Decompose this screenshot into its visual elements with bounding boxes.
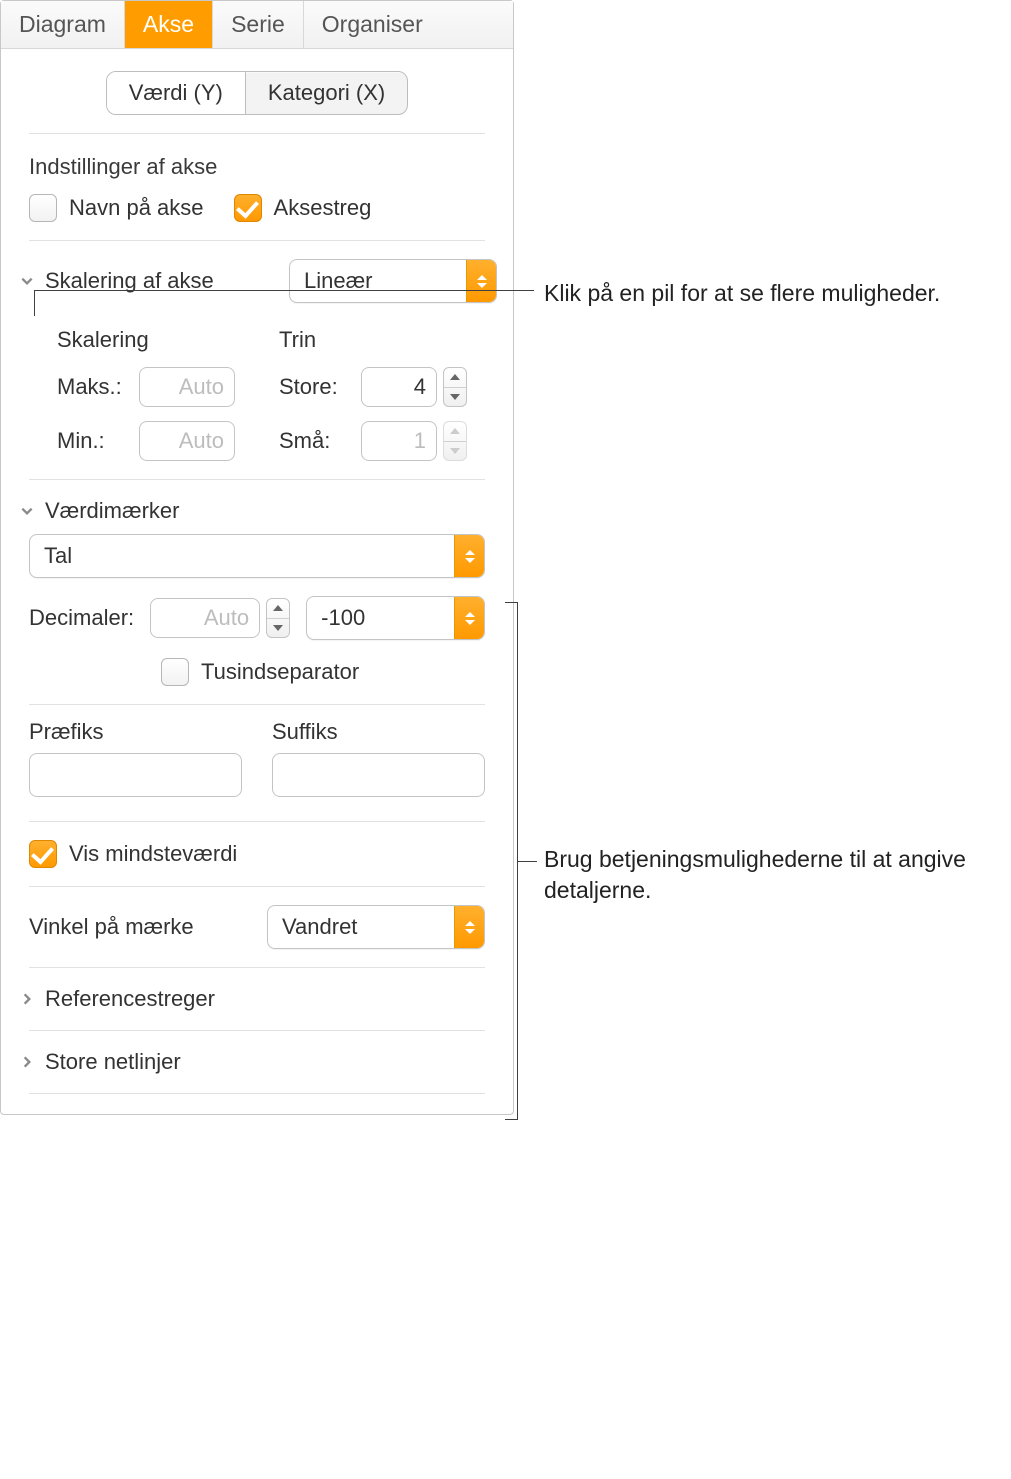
label-angle-label: Vinkel på mærke [29, 914, 245, 940]
tab-label: Akse [143, 11, 194, 38]
scale-max-input[interactable]: Auto [139, 367, 235, 407]
chevron-right-icon [19, 1054, 35, 1070]
updown-icon [454, 535, 484, 577]
scale-section-header[interactable]: Skalering af akse Lineær [1, 241, 513, 321]
tab-diagram[interactable]: Diagram [1, 1, 125, 48]
format-inspector-panel: Diagram Akse Serie Organiser Værdi (Y) K… [0, 0, 514, 1115]
axis-settings-heading: Indstillinger af akse [1, 134, 513, 194]
section-title: Referencestreger [45, 986, 215, 1012]
input-value: 1 [414, 428, 426, 454]
major-gridlines-header[interactable]: Store netlinjer [1, 1031, 513, 1093]
scale-type-popup[interactable]: Lineær [289, 259, 497, 303]
tab-axis[interactable]: Akse [125, 1, 213, 48]
major-stepper[interactable] [443, 367, 467, 407]
section-title: Værdimærker [45, 498, 179, 524]
popup-value: -100 [307, 605, 454, 631]
inspector-tabbar: Diagram Akse Serie Organiser [1, 1, 513, 49]
popup-value: Tal [30, 543, 454, 569]
label-angle-popup[interactable]: Vandret [267, 905, 485, 949]
suffix-input[interactable] [272, 753, 485, 797]
prefix-label: Præfiks [29, 719, 242, 745]
suffix-label: Suffiks [272, 719, 485, 745]
checkbox-label: Navn på akse [69, 195, 204, 221]
decimals-input[interactable]: Auto [150, 598, 260, 638]
segment-label: Kategori (X) [268, 80, 385, 105]
checkbox-show-min[interactable]: Vis mindsteværdi [29, 840, 237, 868]
placeholder: Auto [179, 428, 224, 454]
negative-format-popup[interactable]: -100 [306, 596, 485, 640]
checkbox-label: Vis mindsteværdi [69, 841, 237, 867]
segment-label: Værdi (Y) [129, 80, 223, 105]
popup-value: Vandret [268, 914, 454, 940]
scale-column-label: Skalering [57, 327, 263, 353]
min-label: Min.: [57, 428, 129, 454]
tab-label: Organiser [322, 11, 423, 38]
value-labels-header[interactable]: Værdimærker [1, 480, 513, 534]
tab-label: Diagram [19, 11, 106, 38]
callout-text: Klik på en pil for at se flere mulighede… [544, 278, 940, 309]
max-label: Maks.: [57, 374, 129, 400]
input-value: 4 [414, 374, 426, 400]
decimals-label: Decimaler: [29, 605, 134, 631]
tab-arrange[interactable]: Organiser [304, 1, 441, 48]
steps-column-label: Trin [279, 327, 485, 353]
chevron-down-icon [19, 503, 35, 519]
decimals-stepper[interactable] [266, 598, 290, 638]
chevron-down-icon [19, 273, 35, 289]
minor-stepper [443, 421, 467, 461]
axis-segmented-control: Værdi (Y) Kategori (X) [106, 71, 409, 115]
minor-steps-input[interactable]: 1 [361, 421, 437, 461]
prefix-input[interactable] [29, 753, 242, 797]
scale-min-input[interactable]: Auto [139, 421, 235, 461]
checkbox-axis-line[interactable]: Aksestreg [234, 194, 372, 222]
checkbox-icon [29, 840, 57, 868]
updown-icon [454, 906, 484, 948]
updown-icon [466, 260, 496, 302]
major-label: Store: [279, 374, 351, 400]
checkbox-icon [29, 194, 57, 222]
section-title: Store netlinjer [45, 1049, 181, 1075]
chevron-right-icon [19, 991, 35, 1007]
checkbox-icon [161, 658, 189, 686]
checkbox-icon [234, 194, 262, 222]
checkbox-thousand-separator[interactable]: Tusindseparator [161, 658, 485, 686]
tab-label: Serie [231, 11, 285, 38]
minor-label: Små: [279, 428, 351, 454]
label-format-popup[interactable]: Tal [29, 534, 485, 578]
tab-series[interactable]: Serie [213, 1, 304, 48]
placeholder: Auto [179, 374, 224, 400]
checkbox-axis-name[interactable]: Navn på akse [29, 194, 204, 222]
reference-lines-header[interactable]: Referencestreger [1, 968, 513, 1030]
updown-icon [454, 597, 484, 639]
segment-category-x[interactable]: Kategori (X) [246, 72, 407, 114]
segment-value-y[interactable]: Værdi (Y) [107, 72, 246, 114]
major-steps-input[interactable]: 4 [361, 367, 437, 407]
placeholder: Auto [204, 605, 249, 631]
checkbox-label: Tusindseparator [201, 659, 359, 685]
checkbox-label: Aksestreg [274, 195, 372, 221]
callout-text: Brug betjeningsmulighederne til at angiv… [544, 844, 1011, 906]
